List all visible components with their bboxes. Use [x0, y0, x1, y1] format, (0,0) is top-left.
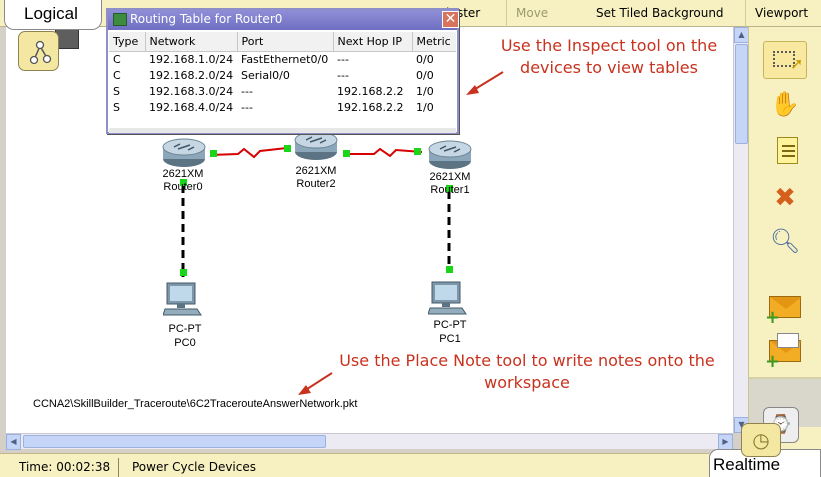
- router0-router-icon[interactable]: [161, 137, 207, 169]
- cell-type: S: [113, 100, 120, 114]
- common-tools-bar: ➚ ✋ ✖ 🔍︎ + + ⌚: [748, 27, 821, 477]
- router0-name-label: Router0: [163, 181, 203, 193]
- note-arrowhead: [298, 385, 311, 395]
- add-simple-pdu-icon[interactable]: +: [763, 289, 807, 327]
- router0-model-label: 2621XM: [162, 168, 204, 180]
- scroll-right-icon[interactable]: ▶: [718, 434, 733, 450]
- logical-workspace-icon[interactable]: [18, 31, 59, 71]
- routing-table: Type Network Port Next Hop IP Metric C 1…: [109, 32, 456, 115]
- cell-metric: 0/0: [416, 52, 434, 66]
- scroll-up-icon[interactable]: ▲: [734, 27, 749, 43]
- table-row: S 192.168.3.0/24 --- 192.168.2.2 1/0: [109, 83, 456, 99]
- cell-port: FastEthernet0/0: [241, 52, 329, 66]
- power-cycle-devices-button[interactable]: Power Cycle Devices: [123, 458, 256, 477]
- router1-router-icon[interactable]: [427, 139, 473, 171]
- cell-next-hop: 192.168.2.2: [337, 84, 404, 98]
- add-complex-pdu-icon[interactable]: +: [763, 333, 807, 371]
- vertical-scroll-thumb[interactable]: [735, 44, 748, 144]
- serial-link-router0-router2[interactable]: [209, 147, 288, 159]
- column-header-metric[interactable]: Metric: [412, 32, 456, 52]
- router2-name-label: Router2: [296, 178, 336, 190]
- inspect-magnifier-icon[interactable]: 🔍︎: [763, 222, 807, 260]
- cell-network: 192.168.1.0/24: [149, 52, 234, 66]
- pc1-model-label: PC-PT: [433, 319, 467, 331]
- pc0-model-label: PC-PT: [168, 323, 202, 335]
- link-light: [284, 145, 291, 152]
- column-header-port[interactable]: Port: [237, 32, 334, 52]
- horizontal-scroll-thumb[interactable]: [23, 435, 326, 448]
- status-bar: Time: 00:02:38 Power Cycle Devices: [0, 453, 709, 477]
- cell-network: 192.168.3.0/24: [149, 84, 234, 98]
- serial-link-router2-router1[interactable]: [344, 147, 423, 158]
- cell-type: C: [113, 52, 121, 66]
- cell-metric: 0/0: [416, 68, 434, 82]
- cell-port: ---: [241, 100, 253, 114]
- table-row: C 192.168.1.0/24 FastEthernet0/0 --- 0/0: [109, 51, 456, 67]
- workspace-horizontal-scrollbar[interactable]: ◀ ▶: [6, 433, 733, 450]
- column-header-network[interactable]: Network: [145, 32, 238, 52]
- link-light: [414, 148, 421, 155]
- pc0-computer-icon[interactable]: [163, 281, 203, 317]
- link-light: [210, 150, 217, 157]
- note-place-note-tool[interactable]: Use the Place Note tool to write notes o…: [326, 350, 728, 394]
- simulation-time: Time: 00:02:38: [6, 458, 119, 477]
- router2-router-icon[interactable]: [293, 130, 339, 162]
- cell-network: 192.168.4.0/24: [149, 100, 234, 114]
- tab-logical[interactable]: Logical: [4, 0, 102, 30]
- column-header-next-hop-ip[interactable]: Next Hop IP: [333, 32, 413, 52]
- pc1-name-label: PC1: [439, 333, 461, 345]
- column-header-type[interactable]: Type: [109, 32, 146, 52]
- cell-metric: 1/0: [416, 100, 434, 114]
- table-row: S 192.168.4.0/24 --- 192.168.2.2 1/0: [109, 99, 456, 115]
- routing-table-titlebar[interactable]: Routing Table for Router0: [108, 10, 457, 30]
- note-arrowhead: [466, 85, 479, 95]
- router1-model-label: 2621XM: [429, 171, 471, 183]
- workspace-vertical-scrollbar[interactable]: ▲ ▼: [733, 27, 749, 433]
- menu-set-tiled-background[interactable]: Set Tiled Background: [590, 0, 755, 27]
- cell-next-hop: ---: [337, 68, 349, 82]
- cell-type: C: [113, 68, 121, 82]
- place-note-icon[interactable]: [763, 131, 807, 169]
- routing-table-window-icon: [113, 13, 127, 26]
- cell-next-hop: 192.168.2.2: [337, 100, 404, 114]
- routing-table-scrollbar[interactable]: [109, 128, 456, 133]
- select-tool-icon[interactable]: ➚: [763, 41, 807, 79]
- cell-network: 192.168.2.0/24: [149, 68, 234, 82]
- router2-model-label: 2621XM: [295, 165, 337, 177]
- link-light: [180, 269, 187, 276]
- menu-viewport[interactable]: Viewport: [745, 0, 821, 27]
- scroll-left-icon[interactable]: ◀: [6, 434, 21, 450]
- delete-icon[interactable]: ✖: [763, 179, 807, 217]
- file-path-note[interactable]: CCNA2\SkillBuilder_Traceroute\6C2Tracero…: [33, 398, 357, 410]
- pc0-name-label: PC0: [174, 337, 196, 349]
- cell-port: ---: [241, 84, 253, 98]
- realtime-clock-icon[interactable]: ◷: [741, 423, 781, 457]
- link-light: [343, 150, 350, 157]
- cell-type: S: [113, 84, 120, 98]
- routing-table-title: Routing Table for Router0: [130, 12, 283, 26]
- cell-metric: 1/0: [416, 84, 434, 98]
- routing-table-window[interactable]: Routing Table for Router0 ✕ Type Network…: [106, 8, 459, 134]
- menu-move-object[interactable]: Move Object: [506, 0, 590, 47]
- cell-port: Serial0/0: [241, 68, 290, 82]
- link-light: [446, 266, 453, 273]
- cell-next-hop: ---: [337, 52, 349, 66]
- close-icon[interactable]: ✕: [442, 11, 459, 28]
- router1-name-label: Router1: [430, 184, 470, 196]
- table-row: C 192.168.2.0/24 Serial0/0 --- 0/0: [109, 67, 456, 83]
- note-inspect-tool[interactable]: Use the Inspect tool on the devices to v…: [477, 35, 733, 79]
- move-layout-hand-icon[interactable]: ✋: [763, 85, 807, 123]
- pc1-computer-icon[interactable]: [428, 280, 468, 316]
